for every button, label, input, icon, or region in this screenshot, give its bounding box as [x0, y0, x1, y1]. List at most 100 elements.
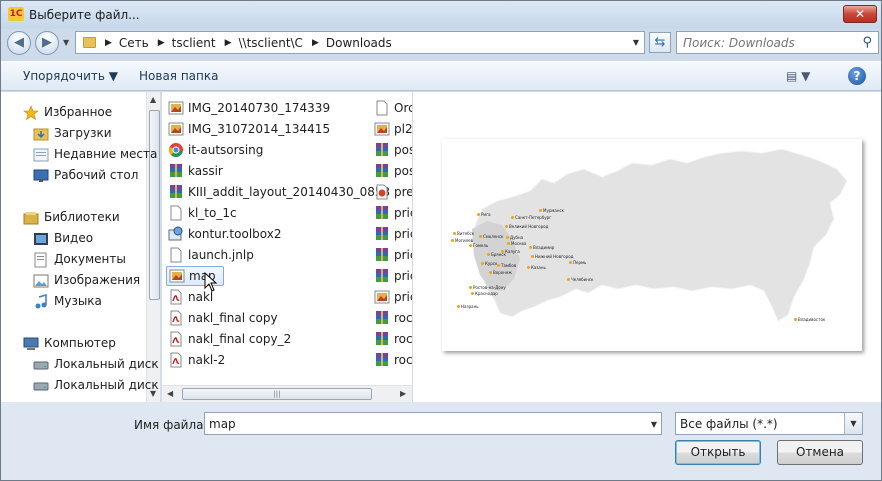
file-item[interactable]: pric	[374, 266, 412, 286]
city-label: Пермь	[573, 260, 587, 265]
filename-input[interactable]: map ▼	[204, 412, 662, 435]
breadcrumb-separator-icon[interactable]: ▶	[225, 38, 232, 48]
file-item[interactable]: roc	[374, 329, 412, 349]
filename-dropdown-icon[interactable]: ▼	[651, 420, 657, 429]
file-item[interactable]: pric	[374, 245, 412, 265]
sidebar-item[interactable]: Локальный диск	[33, 354, 159, 374]
file-name: pos	[394, 143, 412, 157]
search-input[interactable]	[683, 35, 853, 50]
image-file-icon	[374, 121, 390, 137]
file-item[interactable]: pric	[374, 203, 412, 223]
city-label: Санкт-Петербург	[515, 215, 552, 220]
file-name: pre	[394, 185, 412, 199]
breadcrumb-separator-icon[interactable]: ▶	[105, 38, 112, 48]
city-marker-icon	[471, 292, 474, 295]
file-item[interactable]: kassir	[168, 161, 223, 181]
sidebar-item[interactable]: Рабочий стол	[33, 165, 138, 185]
file-item[interactable]: nakl_final copy	[168, 308, 278, 328]
sidebar-item[interactable]: Недавние места	[33, 144, 157, 164]
scrollbar-thumb[interactable]: |||	[182, 388, 372, 400]
sidebar-item[interactable]: Изображения	[33, 270, 140, 290]
breadcrumb-separator-icon[interactable]: ▶	[158, 38, 165, 48]
file-list: ◀ ||| ▶ IMG_20140730_174339 IMG_31072014_…	[162, 92, 412, 402]
file-item[interactable]: it-autsorsing	[168, 140, 263, 160]
sidebar-item[interactable]: Музыка	[33, 291, 102, 311]
title-bar[interactable]: 1C Выберите файл... ✕	[1, 1, 881, 29]
file-item[interactable]: nakl_final copy_2	[168, 329, 291, 349]
documents-icon	[33, 252, 49, 268]
breadcrumb-item[interactable]: \\tsclient\C	[239, 36, 303, 50]
file-item[interactable]: IMG_20140730_174339	[168, 98, 330, 118]
preview-pane: Рига Санкт-Петербург Мурманск Великий Новго…	[413, 92, 881, 402]
file-type-select[interactable]: Все файлы (*.*) ▼	[675, 412, 863, 435]
refresh-button[interactable]: ⇆	[649, 32, 671, 53]
file-item[interactable]: roc	[374, 350, 412, 370]
change-view-button[interactable]: ▤ ▼	[786, 69, 810, 83]
scrollbar-thumb[interactable]	[149, 110, 160, 300]
breadcrumb-item[interactable]: Downloads	[326, 36, 392, 50]
sidebar-item[interactable]: Библиотеки	[23, 207, 120, 227]
recent-locations-chevron-icon[interactable]: ▼	[63, 38, 69, 47]
file-item[interactable]: pos	[374, 140, 412, 160]
sidebar-item[interactable]: Загрузки	[33, 123, 112, 143]
city-marker-icon	[507, 242, 510, 245]
back-button[interactable]: ◀	[7, 31, 31, 55]
close-button[interactable]: ✕	[843, 5, 877, 23]
new-folder-button[interactable]: Новая папка	[139, 69, 218, 83]
navigation-bar: ◀ ▶ ▼ ▶ Сеть ▶ tsclient ▶ \\tsclient\C ▶ Downlo…	[1, 29, 881, 57]
city-label: Ростов-на-Дону	[473, 285, 506, 290]
sidebar-item[interactable]: Документы	[33, 249, 126, 269]
city-label: Витебск	[457, 231, 475, 236]
city-marker-icon	[794, 318, 797, 321]
address-dropdown-icon[interactable]: ▼	[633, 38, 639, 47]
organize-menu-button[interactable]: Упорядочить ▼	[23, 69, 118, 83]
star-icon	[23, 105, 39, 121]
scroll-up-icon[interactable]: ▲	[150, 95, 156, 104]
file-name: kassir	[188, 164, 223, 178]
sidebar-item-label: Музыка	[54, 294, 102, 308]
file-type-dropdown-icon[interactable]: ▼	[844, 413, 862, 434]
file-item[interactable]: pre	[374, 182, 412, 202]
file-item[interactable]: roc	[374, 308, 412, 328]
file-item[interactable]: pl2	[374, 119, 412, 139]
search-box[interactable]: ⚲	[676, 31, 879, 54]
sidebar-item[interactable]: Компьютер	[23, 333, 116, 353]
sidebar-item-label: Библиотеки	[44, 210, 120, 224]
file-item[interactable]: pos	[374, 161, 412, 181]
file-item[interactable]: IMG_31072014_134415	[168, 119, 330, 139]
libraries-icon	[23, 210, 39, 225]
sidebar-item[interactable]: Видео	[33, 228, 93, 248]
winrar-icon	[374, 331, 390, 347]
open-button[interactable]: Открыть	[675, 440, 761, 465]
file-name: launch.jnlp	[188, 248, 254, 262]
file-name: pric	[394, 269, 412, 283]
breadcrumb-separator-icon[interactable]: ▶	[312, 38, 319, 48]
presentation-icon	[374, 184, 390, 200]
sidebar-item[interactable]: Избранное	[23, 102, 112, 122]
downloads-folder-icon	[33, 126, 49, 141]
file-item[interactable]: launch.jnlp	[168, 245, 254, 265]
file-type-value[interactable]: Все файлы (*.*)	[680, 417, 778, 431]
breadcrumb-item[interactable]: Сеть	[119, 36, 149, 50]
horizontal-scrollbar[interactable]: ◀ ||| ▶	[162, 385, 412, 402]
file-item[interactable]: Orc	[374, 98, 412, 118]
file-item[interactable]: kl_to_1c	[168, 203, 237, 223]
file-item[interactable]: pric	[374, 224, 412, 244]
breadcrumb-item[interactable]: tsclient	[172, 36, 216, 50]
address-bar[interactable]: ▶ Сеть ▶ tsclient ▶ \\tsclient\C ▶ Downloads ▼	[75, 31, 645, 54]
filename-value[interactable]: map	[209, 417, 236, 431]
help-button[interactable]: ?	[848, 67, 866, 85]
sidebar-item[interactable]: Локальный диск	[33, 375, 159, 395]
file-item[interactable]: nakl-2	[168, 350, 225, 370]
file-item[interactable]: KIII_addit_layout_20140430_0853	[168, 182, 390, 202]
image-file-icon	[168, 100, 184, 116]
scroll-right-icon[interactable]: ▶	[400, 389, 406, 398]
cancel-button[interactable]: Отмена	[777, 440, 863, 465]
file-item[interactable]: kontur.toolbox2	[168, 224, 281, 244]
search-icon[interactable]: ⚲	[862, 35, 872, 50]
file-item[interactable]: pric	[374, 287, 412, 307]
winrar-icon	[374, 205, 390, 221]
scroll-left-icon[interactable]: ◀	[167, 389, 173, 398]
winrar-icon	[168, 163, 184, 179]
forward-button[interactable]: ▶	[35, 31, 59, 55]
